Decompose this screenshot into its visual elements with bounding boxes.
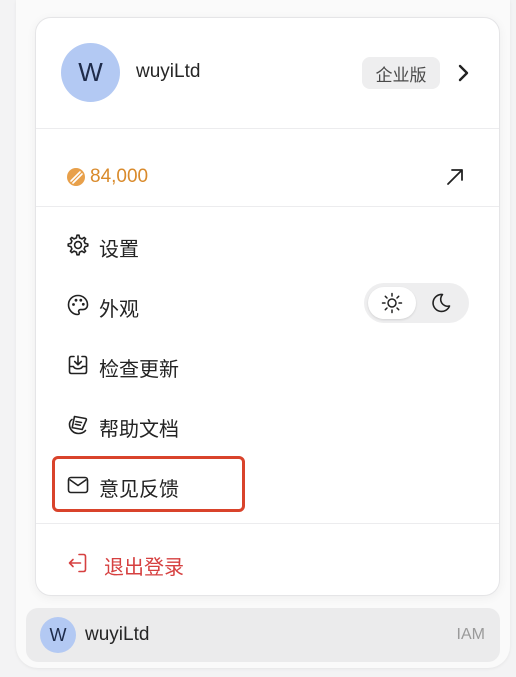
account-menu: W wuyiLtd 企业版 84,000 设置 外观 检查更新 帮助文档 意见反… — [35, 17, 500, 596]
menu-item-label: 意见反馈 — [99, 479, 179, 501]
gear-icon — [67, 234, 89, 256]
avatar: W — [40, 617, 76, 653]
menu-item-check-updates[interactable]: 检查更新 — [52, 339, 486, 391]
divider — [36, 206, 499, 207]
plan-badge: 企业版 — [362, 57, 440, 89]
arrow-up-right-icon[interactable] — [444, 166, 466, 188]
palette-icon — [67, 294, 89, 316]
menu-item-label: 帮助文档 — [99, 419, 179, 441]
logout-button[interactable]: 退出登录 — [52, 537, 486, 589]
profile-row[interactable]: W wuyiLtd 企业版 — [36, 18, 499, 128]
logout-icon — [68, 553, 87, 573]
avatar: W — [61, 43, 120, 102]
account-switcher[interactable]: W wuyiLtd IAM — [26, 608, 500, 662]
theme-toggle[interactable] — [364, 283, 469, 323]
logout-label: 退出登录 — [104, 557, 184, 579]
light-theme-option[interactable] — [368, 287, 416, 319]
credits-row[interactable]: 84,000 — [36, 128, 499, 206]
divider — [36, 523, 499, 524]
menu-item-label: 设置 — [99, 239, 139, 261]
book-icon — [68, 415, 88, 435]
menu-item-feedback[interactable]: 意见反馈 — [52, 459, 486, 511]
chevron-right-icon — [458, 64, 469, 82]
coin-icon — [67, 168, 85, 186]
menu-item-help-docs[interactable]: 帮助文档 — [52, 399, 486, 451]
profile-name: wuyiLtd — [136, 61, 201, 82]
menu-item-label: 外观 — [99, 299, 139, 321]
credit-balance: 84,000 — [90, 166, 149, 187]
mail-icon — [67, 476, 89, 494]
dark-theme-option[interactable] — [417, 287, 465, 319]
account-type-tag: IAM — [456, 626, 485, 643]
sun-icon — [381, 292, 403, 314]
menu-item-settings[interactable]: 设置 — [52, 219, 486, 271]
moon-icon — [432, 293, 451, 313]
download-box-icon — [68, 355, 88, 375]
account-name: wuyiLtd — [85, 624, 150, 645]
menu-item-label: 检查更新 — [99, 359, 179, 381]
